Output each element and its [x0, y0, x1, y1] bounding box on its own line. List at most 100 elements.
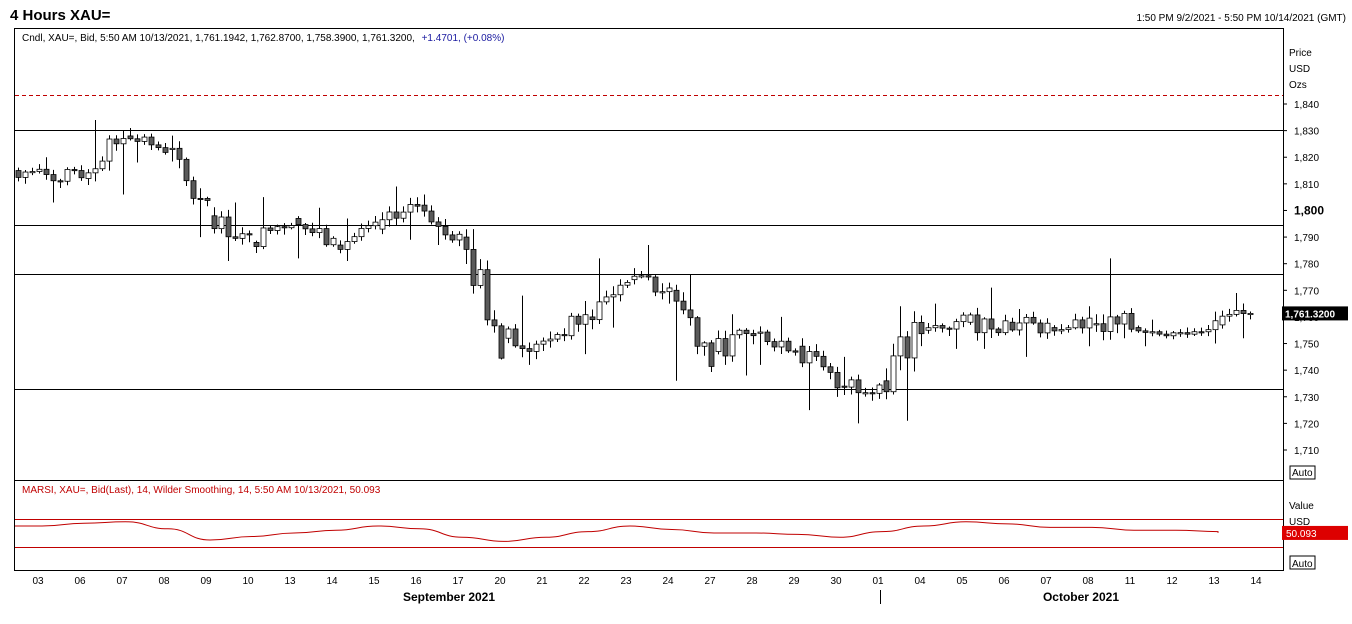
- candle-up: [736, 329, 743, 336]
- candle-down: [435, 221, 442, 227]
- candle-up: [666, 287, 673, 293]
- candle-down: [827, 366, 834, 373]
- x-tick-label: 07: [1040, 576, 1052, 587]
- x-tick-label: 17: [452, 576, 464, 587]
- price-unit-usd: USD: [1289, 64, 1310, 75]
- candle-down: [1156, 331, 1163, 335]
- x-tick-label: 07: [116, 576, 128, 587]
- candle-down: [1135, 327, 1142, 332]
- candle-up: [365, 225, 372, 229]
- candle-up: [120, 138, 127, 145]
- candle-down: [50, 174, 57, 182]
- x-tick-label: 14: [1250, 576, 1262, 587]
- candle-down: [463, 236, 470, 250]
- candle-down: [1009, 321, 1016, 331]
- candle-down: [253, 241, 260, 247]
- x-tick-label: 24: [662, 576, 674, 587]
- candle-down: [652, 276, 659, 293]
- candle-up: [862, 392, 869, 395]
- y-tick-label: 1,790: [1294, 233, 1319, 244]
- candle-up: [36, 168, 43, 172]
- candle-up: [1093, 323, 1100, 326]
- candle-down: [281, 226, 288, 229]
- candle-up: [554, 334, 561, 340]
- candle-up: [1023, 316, 1030, 324]
- price-auto-button[interactable]: Auto: [1292, 468, 1313, 479]
- candle-up: [638, 275, 645, 278]
- x-tick-label: 20: [494, 576, 506, 587]
- candle-down: [498, 325, 505, 359]
- candle-up: [1247, 313, 1254, 316]
- candle-up: [372, 221, 379, 227]
- x-tick-label: 04: [914, 576, 926, 587]
- candle-down: [764, 331, 771, 342]
- candle-up: [1107, 316, 1114, 332]
- candle-down: [1240, 310, 1247, 314]
- candle-up: [960, 314, 967, 323]
- candle-up: [778, 340, 785, 348]
- candle-up: [631, 275, 638, 281]
- candle-down: [295, 218, 302, 225]
- candle-down: [491, 319, 498, 327]
- candle-down: [302, 224, 309, 230]
- candle-up: [568, 315, 575, 337]
- candle-down: [442, 226, 449, 236]
- candle-down: [190, 180, 197, 199]
- candle-up: [806, 351, 813, 364]
- candle-up: [1219, 315, 1226, 326]
- y-tick-label: 1,820: [1294, 153, 1319, 164]
- candle-up: [981, 318, 988, 334]
- candle-down: [1037, 322, 1044, 334]
- y-tick-label: 1,770: [1294, 286, 1319, 297]
- candle-down: [148, 136, 155, 146]
- candle-up: [1233, 310, 1240, 315]
- candle-down: [78, 170, 85, 179]
- candle-up: [925, 327, 932, 331]
- candle-up: [911, 321, 918, 359]
- x-tick-label: 14: [326, 576, 338, 587]
- candle-down: [526, 348, 533, 352]
- candle-down: [708, 342, 715, 367]
- rsi-auto-button[interactable]: Auto: [1292, 559, 1313, 570]
- candle-down: [57, 180, 64, 183]
- candle-up: [848, 379, 855, 388]
- candle-down: [974, 314, 981, 334]
- candle-down: [799, 345, 806, 364]
- candle-up: [1226, 313, 1233, 317]
- month-label-september: September 2021: [403, 590, 495, 604]
- y-tick-label: 1,710: [1294, 446, 1319, 457]
- candle-down: [939, 325, 946, 329]
- x-tick-label: 30: [830, 576, 842, 587]
- candle-down: [1100, 323, 1107, 332]
- x-tick-label: 10: [242, 576, 254, 587]
- candle-down: [904, 336, 911, 359]
- candle-down: [43, 168, 50, 175]
- candle-down: [785, 340, 792, 352]
- candle-up: [169, 147, 176, 150]
- candle-up: [239, 233, 246, 239]
- candle-down: [134, 138, 141, 142]
- candle-up: [1086, 317, 1093, 329]
- price-unit-price: Price: [1289, 48, 1312, 59]
- candle-down: [15, 170, 22, 178]
- rsi-legend: MARSI, XAU=, Bid(Last), 14, Wilder Smoot…: [22, 485, 381, 496]
- candle-down: [589, 316, 596, 321]
- candle-up: [106, 138, 113, 162]
- candle-up: [757, 331, 764, 334]
- candle-up: [897, 336, 904, 357]
- candle-up: [1016, 322, 1023, 331]
- candle-down: [673, 289, 680, 302]
- candle-down: [722, 338, 729, 357]
- candle-up: [729, 334, 736, 357]
- candle-down: [267, 227, 274, 231]
- x-tick-label: 28: [746, 576, 758, 587]
- candle-down: [176, 147, 183, 160]
- candle-down: [694, 317, 701, 347]
- price-legend-values: Cndl, XAU=, Bid, 5:50 AM 10/13/2021, 1,7…: [22, 33, 415, 44]
- candle-down: [792, 350, 799, 353]
- candle-down: [232, 236, 239, 239]
- candle-up: [1044, 322, 1051, 334]
- candle-up: [330, 237, 337, 246]
- candle-down: [946, 327, 953, 330]
- price-y-axis: 1,840 1,830 1,820 1,810 1,800 1,790 1,780 1,770…: [1283, 100, 1324, 457]
